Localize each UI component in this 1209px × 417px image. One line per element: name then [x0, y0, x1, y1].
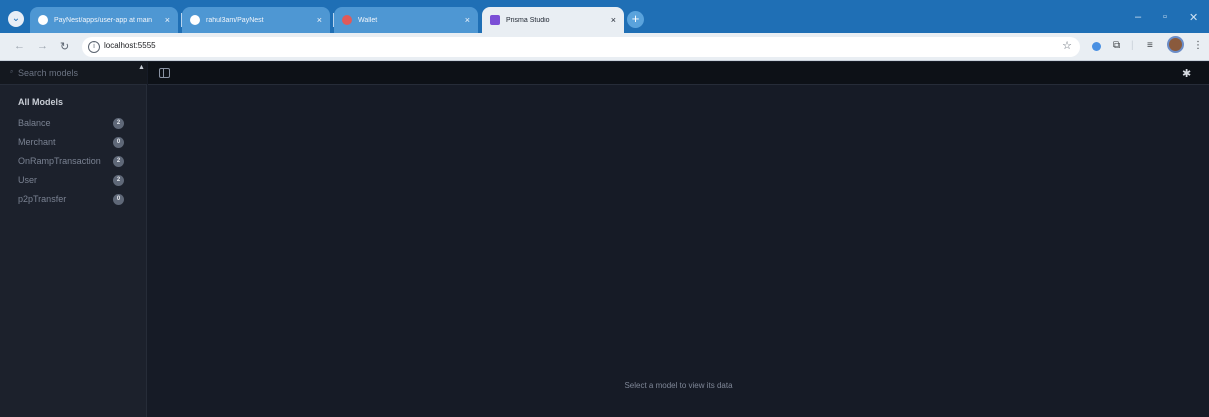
- model-count-badge: 2: [113, 156, 124, 167]
- sidebar-item-user[interactable]: User 2: [18, 174, 130, 188]
- tab-search-icon[interactable]: ⌄: [8, 11, 24, 27]
- toolbar-divider: |: [1131, 40, 1134, 51]
- sidebar-item-balance[interactable]: Balance 2: [18, 117, 130, 131]
- tab-title: Prisma Studio: [506, 16, 550, 24]
- forward-icon[interactable]: →: [37, 40, 48, 52]
- model-count-badge: 0: [113, 137, 124, 148]
- tab-prisma-studio[interactable]: Prisma Studio ×: [482, 7, 624, 33]
- model-count-badge: 2: [113, 118, 124, 129]
- address-url: localhost:5555: [104, 41, 156, 50]
- sidebar-item-merchant[interactable]: Merchant 0: [18, 136, 130, 150]
- site-info-icon[interactable]: i: [88, 41, 100, 53]
- browser-window: ⌄ PayNest/apps/user-app at main × rahul3…: [0, 0, 1209, 417]
- sidebar-item-onramptransaction[interactable]: OnRampTransaction 2: [18, 155, 130, 169]
- model-name: Balance: [18, 118, 51, 128]
- extension-icon[interactable]: [1092, 42, 1101, 51]
- close-icon[interactable]: ×: [611, 15, 616, 25]
- prisma-favicon-icon: [490, 15, 500, 25]
- tab-title: Wallet: [358, 16, 378, 24]
- avatar[interactable]: [1167, 36, 1184, 53]
- new-tab-button[interactable]: +: [627, 11, 644, 28]
- sidebar-item-p2ptransfer[interactable]: p2pTransfer 0: [18, 193, 130, 207]
- restore-icon[interactable]: ▫: [1163, 11, 1167, 23]
- tab-paynest-user-app[interactable]: PayNest/apps/user-app at main ×: [30, 7, 178, 33]
- tab-strip: ⌄ PayNest/apps/user-app at main × rahul3…: [0, 0, 1209, 33]
- search-models[interactable]: ⌕ Search models ▲: [0, 62, 147, 85]
- search-input[interactable]: Search models: [18, 68, 78, 78]
- address-bar[interactable]: i localhost:5555 ☆: [82, 37, 1080, 57]
- minimize-icon[interactable]: –: [1135, 11, 1141, 23]
- menu-icon[interactable]: ⋮: [1193, 40, 1203, 51]
- models-sidebar: ⌕ Search models ▲ All Models Balance 2 M…: [0, 62, 147, 417]
- model-count-badge: 0: [113, 194, 124, 205]
- close-icon[interactable]: ×: [465, 15, 470, 25]
- tab-title: PayNest/apps/user-app at main: [54, 16, 153, 24]
- tab-wallet[interactable]: Wallet ×: [334, 7, 478, 33]
- sidebar-toggle-icon[interactable]: [159, 68, 170, 78]
- back-icon[interactable]: ←: [14, 40, 25, 52]
- collapse-caret-icon[interactable]: ▲: [138, 64, 145, 71]
- bookmark-star-icon[interactable]: ☆: [1062, 39, 1072, 52]
- extensions-puzzle-icon[interactable]: ⧉: [1113, 40, 1120, 51]
- github-icon: [38, 15, 48, 25]
- close-icon[interactable]: ×: [317, 15, 322, 25]
- reload-icon[interactable]: ↻: [60, 40, 69, 53]
- media-control-icon[interactable]: ≡: [1147, 40, 1153, 51]
- github-icon: [190, 15, 200, 25]
- model-name: p2pTransfer: [18, 194, 67, 204]
- tab-title: rahul3am/PayNest: [206, 16, 264, 24]
- close-icon[interactable]: ×: [165, 15, 170, 25]
- wallet-favicon-icon: [342, 15, 352, 25]
- tab-rahul3am-paynest[interactable]: rahul3am/PayNest ×: [182, 7, 330, 33]
- main-panel: ✱ Select a model to view its data: [148, 62, 1209, 417]
- browser-toolbar: ← → ↻ i localhost:5555 ☆ ⧉ | ≡ ⋮: [0, 33, 1209, 61]
- model-name: Merchant: [18, 137, 56, 147]
- search-icon: ⌕: [10, 69, 14, 75]
- main-toolbar: ✱: [148, 62, 1209, 85]
- empty-state-message: Select a model to view its data: [624, 381, 733, 390]
- model-count-badge: 2: [113, 175, 124, 186]
- close-window-icon[interactable]: ✕: [1189, 11, 1198, 24]
- model-name: User: [18, 175, 38, 185]
- gear-icon[interactable]: ✱: [1182, 67, 1191, 80]
- prisma-studio-app: ⌕ Search models ▲ All Models Balance 2 M…: [0, 62, 1209, 417]
- all-models-heading: All Models: [18, 97, 64, 107]
- model-name: OnRampTransaction: [18, 156, 101, 166]
